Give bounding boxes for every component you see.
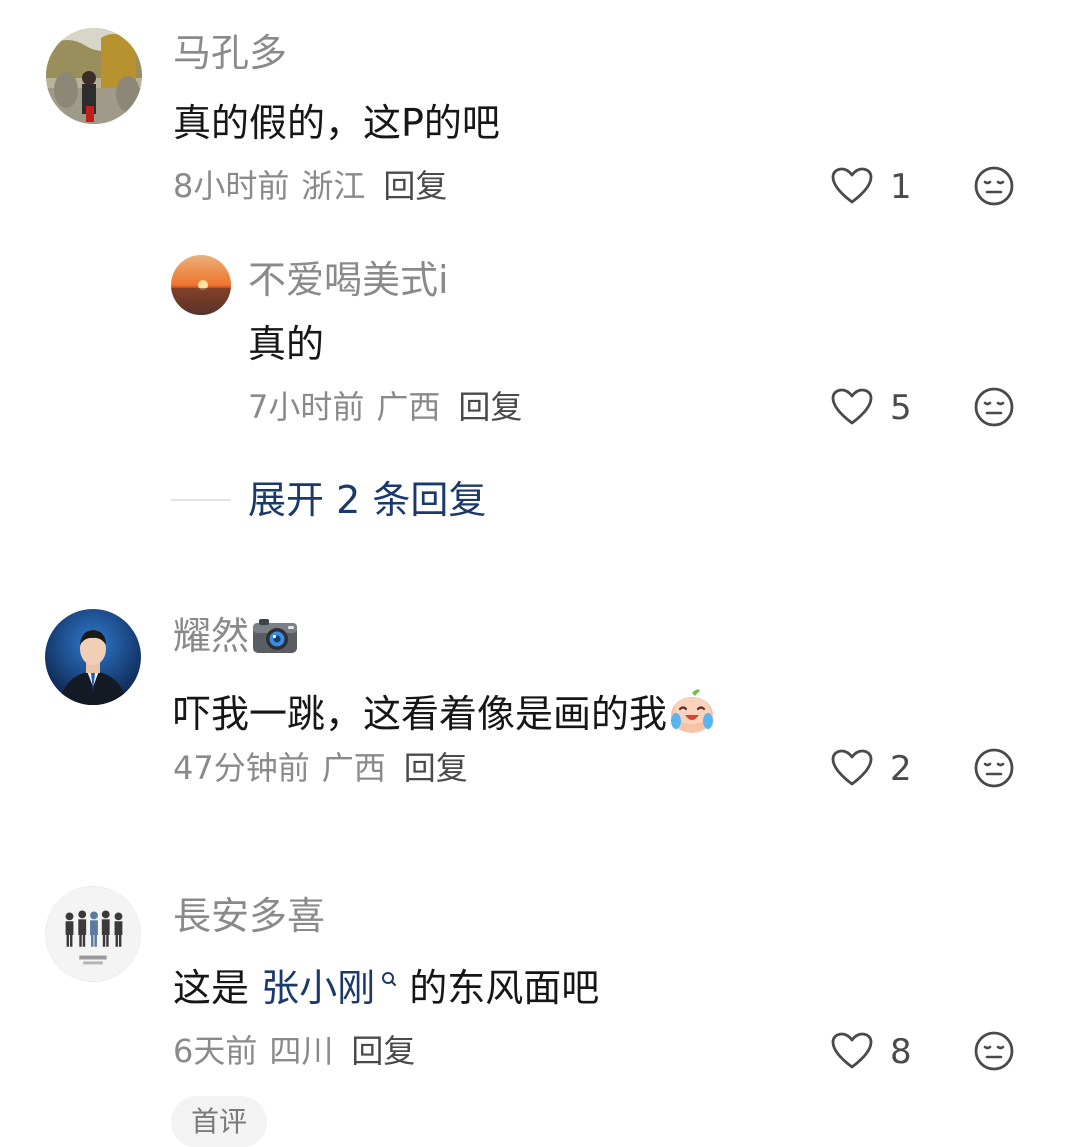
heart-icon[interactable] — [830, 166, 874, 206]
avatar[interactable] — [45, 609, 141, 705]
comment-list: 马孔多 真的假的，这P的吧 8小时前 浙江 回复 1 不爱喝美式i 真的 7小时… — [0, 0, 1080, 1147]
comment-location: 广西 — [321, 749, 386, 787]
avatar[interactable] — [171, 255, 231, 315]
comment-location: 四川 — [269, 1032, 334, 1070]
reply-time: 7小时前 — [248, 388, 365, 426]
comment-meta: 47分钟前 广西 回复 — [173, 752, 468, 784]
comment-time: 6天前 — [173, 1032, 258, 1070]
like-count: 2 — [890, 749, 912, 789]
like-count: 1 — [890, 167, 912, 207]
comment-location: 浙江 — [301, 167, 366, 205]
comment-text: 真的假的，这P的吧 — [173, 101, 500, 145]
comment-meta: 6天前 四川 回复 — [173, 1035, 415, 1067]
reply-button[interactable]: 回复 — [351, 1032, 415, 1070]
dislike-face-icon[interactable] — [973, 165, 1015, 207]
comment-username[interactable]: 長安多喜 — [173, 897, 325, 935]
reply-button[interactable]: 回复 — [383, 167, 447, 205]
dislike-face-icon[interactable] — [973, 1030, 1015, 1072]
search-icon — [382, 972, 397, 986]
dislike-face-icon[interactable] — [973, 747, 1015, 789]
first-comment-badge: 首评 — [171, 1096, 268, 1147]
mention-text: 张小刚 — [261, 966, 376, 1010]
heart-icon[interactable] — [830, 1031, 874, 1071]
comment-text: 吓我一跳，这看着像是画的我 — [173, 687, 717, 735]
comment-text-body: 吓我一跳，这看着像是画的我 — [173, 692, 668, 736]
reply-text: 真的 — [248, 322, 325, 366]
reply-username[interactable]: 不爱喝美式i — [248, 261, 449, 299]
expand-replies-button[interactable]: 展开 2 条回复 — [248, 481, 486, 519]
camera-emoji-icon — [253, 619, 298, 653]
heart-icon[interactable] — [830, 387, 874, 427]
reply-meta: 7小时前 广西 回复 — [248, 391, 522, 423]
comment-time: 8小时前 — [173, 167, 290, 205]
comment-text: 这是 张小刚 的东风面吧 — [173, 969, 599, 1007]
username-text: 耀然 — [173, 614, 250, 658]
comment-text-after: 的东风面吧 — [397, 966, 600, 1010]
comment-username[interactable]: 耀然 — [173, 615, 299, 655]
reply-button[interactable]: 回复 — [458, 388, 522, 426]
reply-location: 广西 — [376, 388, 441, 426]
avatar[interactable] — [45, 886, 141, 982]
crying-laughing-emoji-icon — [671, 689, 714, 733]
reply-button[interactable]: 回复 — [404, 749, 468, 787]
comment-meta: 8小时前 浙江 回复 — [173, 170, 447, 202]
expand-divider — [171, 499, 231, 501]
avatar[interactable] — [46, 28, 142, 124]
mention-link[interactable]: 张小刚 — [261, 966, 397, 1010]
heart-icon[interactable] — [830, 748, 874, 788]
comment-text-before: 这是 — [173, 966, 262, 1010]
dislike-face-icon[interactable] — [973, 386, 1015, 428]
like-count: 8 — [890, 1032, 912, 1072]
like-count: 5 — [890, 388, 912, 428]
comment-username[interactable]: 马孔多 — [173, 34, 287, 72]
comment-time: 47分钟前 — [173, 749, 310, 787]
